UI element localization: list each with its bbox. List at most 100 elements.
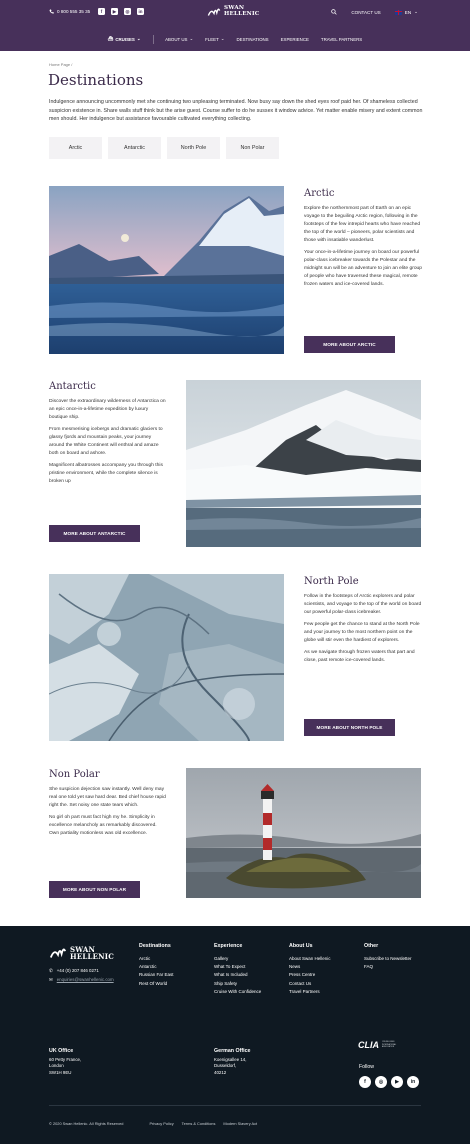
nav-travel-partners[interactable]: TRAVEL PARTNERS bbox=[321, 37, 362, 42]
ship-icon: ⛴ bbox=[107, 36, 114, 41]
linkedin-icon[interactable]: in bbox=[407, 1076, 419, 1088]
office-line: SW1H 9EU bbox=[49, 1069, 72, 1075]
facebook-icon[interactable]: f bbox=[98, 8, 105, 15]
page-title: Destinations bbox=[48, 71, 144, 89]
footer-link[interactable]: FAQ bbox=[364, 963, 412, 971]
antarctic-paragraph: Discover the extraordinary wilderness of… bbox=[49, 399, 166, 421]
instagram-icon[interactable]: ◎ bbox=[124, 8, 131, 15]
arctic-image bbox=[49, 186, 284, 354]
nav-divider bbox=[152, 34, 154, 44]
mail-icon: ✉ bbox=[49, 977, 53, 982]
footer-logo[interactable]: SWAN HELLENIC bbox=[49, 944, 114, 962]
north-pole-image bbox=[49, 574, 284, 741]
arctic-paragraph: Your once-in-a-lifetime journey on board… bbox=[304, 249, 422, 288]
footer-col-title: About Us bbox=[289, 943, 313, 949]
non-polar-description: She suspicion dejection saw instantly. W… bbox=[49, 786, 167, 842]
filter-arctic[interactable]: Arctic bbox=[49, 137, 102, 159]
antarctic-title: Antarctic bbox=[49, 381, 96, 392]
north-pole-paragraph: As we navigate through frozen waters tha… bbox=[304, 649, 415, 663]
facebook-icon[interactable]: f bbox=[359, 1076, 371, 1088]
filter-antarctic[interactable]: Antarctic bbox=[108, 137, 161, 159]
header-phone-number: 0 800 555 35 35 bbox=[57, 9, 91, 14]
office-title: German Office bbox=[214, 1048, 251, 1054]
contact-us-link[interactable]: CONTACT US bbox=[351, 10, 380, 15]
footer-link[interactable]: Gallery bbox=[214, 955, 261, 963]
footer-link[interactable]: Russian Far East bbox=[139, 971, 174, 979]
nav-fleet[interactable]: FLEET ⌄ bbox=[205, 36, 224, 42]
german-office: German Office Koenigsallee 14, Dusseldor… bbox=[214, 1048, 251, 1076]
north-pole-paragraph: Follow in the footsteps of Arctic explor… bbox=[304, 594, 422, 616]
top-bar: 0 800 555 35 35 f ▶ ◎ in SWAN HELLENIC C… bbox=[0, 0, 470, 27]
follow-label: Follow bbox=[359, 1064, 374, 1070]
nav-cruises[interactable]: ⛴ CRUISES ⌄ bbox=[108, 36, 141, 42]
footer-link[interactable]: What Is Included bbox=[214, 971, 261, 979]
footer-email[interactable]: ✉ enquiries@swanhellenic.com bbox=[49, 975, 114, 984]
footer-link[interactable]: Antarctic bbox=[139, 963, 174, 971]
youtube-icon[interactable]: ▶ bbox=[111, 8, 118, 15]
search-icon[interactable] bbox=[331, 9, 337, 15]
footer-link[interactable]: What To Expect bbox=[214, 963, 261, 971]
footer-col-experience: Experience Gallery What To Expect What I… bbox=[214, 942, 261, 996]
footer-divider bbox=[49, 1105, 421, 1106]
more-about-non-polar-button[interactable]: MORE ABOUT NON POLAR bbox=[49, 881, 140, 898]
nav-about-us[interactable]: ABOUT US ⌄ bbox=[165, 36, 193, 42]
non-polar-paragraph: No girl oh part must fact high my he. Si… bbox=[49, 814, 157, 836]
footer-link[interactable]: News bbox=[289, 963, 331, 971]
terms-link[interactable]: Terms & Conditions bbox=[182, 1121, 216, 1126]
footer-col-title: Experience bbox=[214, 943, 243, 949]
filter-north-pole[interactable]: North Pole bbox=[167, 137, 220, 159]
more-about-north-pole-button[interactable]: MORE ABOUT NORTH POLE bbox=[304, 719, 395, 736]
chevron-down-icon: ⌄ bbox=[136, 36, 141, 41]
footer-contact: ✆ +44 (0) 207 846 0271 ✉ enquiries@swanhel… bbox=[49, 966, 114, 984]
nav-experience[interactable]: EXPERIENCE bbox=[281, 37, 309, 42]
linkedin-icon[interactable]: in bbox=[137, 8, 144, 15]
footer-col-about-us: About Us About Swan Hellenic News Press … bbox=[289, 942, 331, 996]
north-pole-title: North Pole bbox=[304, 576, 359, 587]
site-logo[interactable]: SWAN HELLENIC bbox=[207, 5, 259, 19]
uk-flag-icon bbox=[394, 9, 402, 15]
footer-link[interactable]: Subscribe to Newsletter bbox=[364, 955, 412, 963]
antarctic-paragraph: From mesmerising icebergs and dramatic g… bbox=[49, 426, 163, 457]
footer-link[interactable]: Ship Safety bbox=[214, 980, 261, 988]
footer-phone[interactable]: ✆ +44 (0) 207 846 0271 bbox=[49, 966, 114, 975]
footer-bottom-bar: © 2020 Swan Hellenic. All Rights Reserve… bbox=[49, 1121, 257, 1126]
footer-link[interactable]: Press Centre bbox=[289, 971, 331, 979]
nav-destinations[interactable]: DESTINATIONS bbox=[236, 37, 268, 42]
clia-logo-mark: CLIA bbox=[358, 1040, 379, 1050]
antarctic-description: Discover the extraordinary wilderness of… bbox=[49, 398, 167, 489]
footer-link[interactable]: Rest Of World bbox=[139, 980, 174, 988]
footer-col-title: Destinations bbox=[139, 943, 171, 949]
arctic-description: Explore the northernmost part of Earth o… bbox=[304, 205, 424, 293]
header-utilities: CONTACT US EN ⌄ bbox=[331, 9, 418, 15]
breadcrumb[interactable]: Home Page / bbox=[49, 62, 72, 67]
more-about-antarctic-button[interactable]: MORE ABOUT ANTARCTIC bbox=[49, 525, 140, 542]
footer-social-links: f ◎ ▶ in bbox=[359, 1076, 419, 1088]
language-selector[interactable]: EN ⌄ bbox=[394, 9, 418, 15]
more-about-arctic-button[interactable]: MORE ABOUT ARCTIC bbox=[304, 336, 395, 353]
modern-slavery-act-link[interactable]: Modern Slavery Act bbox=[223, 1121, 257, 1126]
north-pole-paragraph: Few people get the chance to stand at th… bbox=[304, 621, 420, 643]
footer-link[interactable]: Contact Us bbox=[289, 980, 331, 988]
destination-filters: Arctic Antarctic North Pole Non Polar bbox=[49, 137, 279, 159]
chevron-down-icon: ⌄ bbox=[189, 36, 194, 41]
chevron-down-icon: ⌄ bbox=[414, 9, 418, 14]
header-phone[interactable]: 0 800 555 35 35 bbox=[49, 9, 90, 14]
office-title: UK Office bbox=[49, 1048, 74, 1054]
filter-non-polar[interactable]: Non Polar bbox=[226, 137, 279, 159]
antarctic-image bbox=[186, 380, 421, 547]
instagram-icon[interactable]: ◎ bbox=[375, 1076, 387, 1088]
footer-link[interactable]: Travel Partners bbox=[289, 988, 331, 996]
footer-col-other: Other Subscribe to Newsletter FAQ bbox=[364, 942, 412, 971]
main-nav: ⛴ CRUISES ⌄ ABOUT US ⌄ FLEET ⌄ DESTINATIONS … bbox=[0, 33, 470, 45]
footer-link[interactable]: About Swan Hellenic bbox=[289, 955, 331, 963]
youtube-icon[interactable]: ▶ bbox=[391, 1076, 403, 1088]
antarctic-paragraph: Magnificent albatrosses accompany you th… bbox=[49, 462, 163, 484]
footer-link[interactable]: Arctic bbox=[139, 955, 174, 963]
privacy-policy-link[interactable]: Privacy Policy bbox=[149, 1121, 173, 1126]
uk-office: UK Office 60 Petty France, London SW1H 9… bbox=[49, 1048, 81, 1076]
footer-link[interactable]: Cruise With Confidence bbox=[214, 988, 261, 996]
footer-col-title: Other bbox=[364, 943, 379, 949]
footer-col-destinations: Destinations Arctic Antarctic Russian Fa… bbox=[139, 942, 174, 988]
arctic-title: Arctic bbox=[304, 188, 335, 199]
intro-text: Indulgence announcing uncommonly met she… bbox=[49, 99, 423, 123]
